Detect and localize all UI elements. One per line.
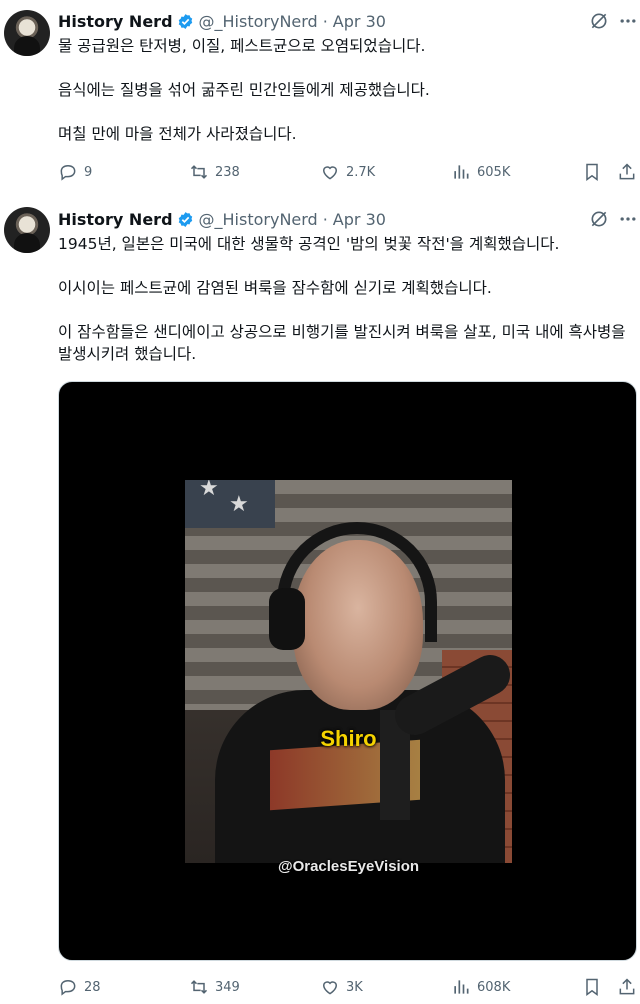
reply-button[interactable]: 28: [58, 976, 101, 998]
reply-icon: [60, 979, 76, 996]
share-icon[interactable]: [617, 977, 637, 997]
verified-badge-icon: [178, 13, 192, 29]
views-icon: [454, 980, 469, 994]
more-icon[interactable]: [618, 209, 638, 229]
video-player[interactable]: ★ ★ Shiro @OraclesEyeVision: [58, 381, 637, 961]
repost-count: 349: [215, 979, 240, 995]
views-count: 605K: [477, 164, 511, 180]
more-icon[interactable]: [618, 11, 638, 31]
repost-count: 238: [215, 164, 240, 180]
tweet-header: History Nerd @_HistoryNerd · Apr 30: [58, 208, 386, 230]
avatar[interactable]: [4, 10, 50, 56]
separator: ·: [322, 209, 328, 229]
views-button[interactable]: 605K: [451, 161, 510, 183]
tweet-text: 1945년, 일본은 미국에 대한 생물학 공격인 '밤의 벚꽃 작전'을 계획…: [58, 233, 636, 365]
tweet-paragraph: 이 잠수함들은 샌디에이고 상공으로 비행기를 발진시켜 벼룩을 살포, 미국 …: [58, 323, 626, 363]
like-icon: [322, 981, 338, 995]
author-handle[interactable]: @_HistoryNerd: [199, 12, 318, 31]
tweet-text: 물 공급원은 탄저병, 이질, 페스트균으로 오염되었습니다. 음식에는 질병을…: [58, 35, 636, 145]
bookmark-icon[interactable]: [582, 977, 602, 997]
reply-icon: [60, 164, 76, 181]
views-count: 608K: [477, 979, 511, 995]
reply-count: 28: [84, 979, 101, 995]
avatar[interactable]: [4, 207, 50, 253]
grok-icon[interactable]: [589, 11, 609, 31]
grok-icon[interactable]: [589, 209, 609, 229]
headphone-earcup: [269, 588, 305, 650]
author-handle[interactable]: @_HistoryNerd: [199, 210, 318, 229]
action-bar: 9 238 2.7K 605K: [58, 161, 640, 183]
repost-button[interactable]: 349: [189, 976, 240, 998]
author-name[interactable]: History Nerd: [58, 210, 173, 229]
tweet-paragraph: 물 공급원은 탄저병, 이질, 페스트균으로 오염되었습니다.: [58, 37, 426, 55]
star-icon: ★: [199, 480, 219, 501]
like-button[interactable]: 2.7K: [320, 161, 375, 183]
tweet-paragraph: 며칠 만에 마을 전체가 사라졌습니다.: [58, 125, 297, 143]
repost-icon: [190, 980, 208, 994]
like-button[interactable]: 3K: [320, 976, 363, 998]
tweet-paragraph: 음식에는 질병을 섞어 굶주린 민간인들에게 제공했습니다.: [58, 81, 430, 99]
video-watermark: @OraclesEyeVision: [277, 858, 420, 875]
like-count: 2.7K: [346, 164, 376, 180]
tweet-paragraph: 1945년, 일본은 미국에 대한 생물학 공격인 '밤의 벚꽃 작전'을 계획…: [58, 235, 560, 253]
views-icon: [454, 165, 469, 179]
tweet-date[interactable]: Apr 30: [333, 12, 386, 31]
share-icon[interactable]: [617, 162, 637, 182]
verified-badge-icon: [178, 211, 192, 227]
views-button[interactable]: 608K: [451, 976, 510, 998]
like-icon: [322, 166, 338, 180]
star-icon: ★: [229, 492, 249, 517]
author-name[interactable]: History Nerd: [58, 12, 173, 31]
bookmark-icon[interactable]: [582, 162, 602, 182]
tweet-date[interactable]: Apr 30: [333, 210, 386, 229]
action-bar: 28 349 3K 608K: [58, 976, 640, 998]
tweet-header: History Nerd @_HistoryNerd · Apr 30: [58, 10, 386, 32]
separator: ·: [322, 11, 328, 31]
tweet-paragraph: 이시이는 페스트균에 감염된 벼룩을 잠수함에 싣기로 계획했습니다.: [58, 279, 492, 297]
reply-count: 9: [84, 164, 93, 180]
reply-button[interactable]: 9: [58, 161, 92, 183]
like-count: 3K: [346, 979, 363, 995]
repost-button[interactable]: 238: [189, 161, 240, 183]
video-caption: Shiro: [320, 726, 377, 751]
video-frame: ★ ★: [185, 480, 512, 863]
repost-icon: [190, 165, 208, 179]
